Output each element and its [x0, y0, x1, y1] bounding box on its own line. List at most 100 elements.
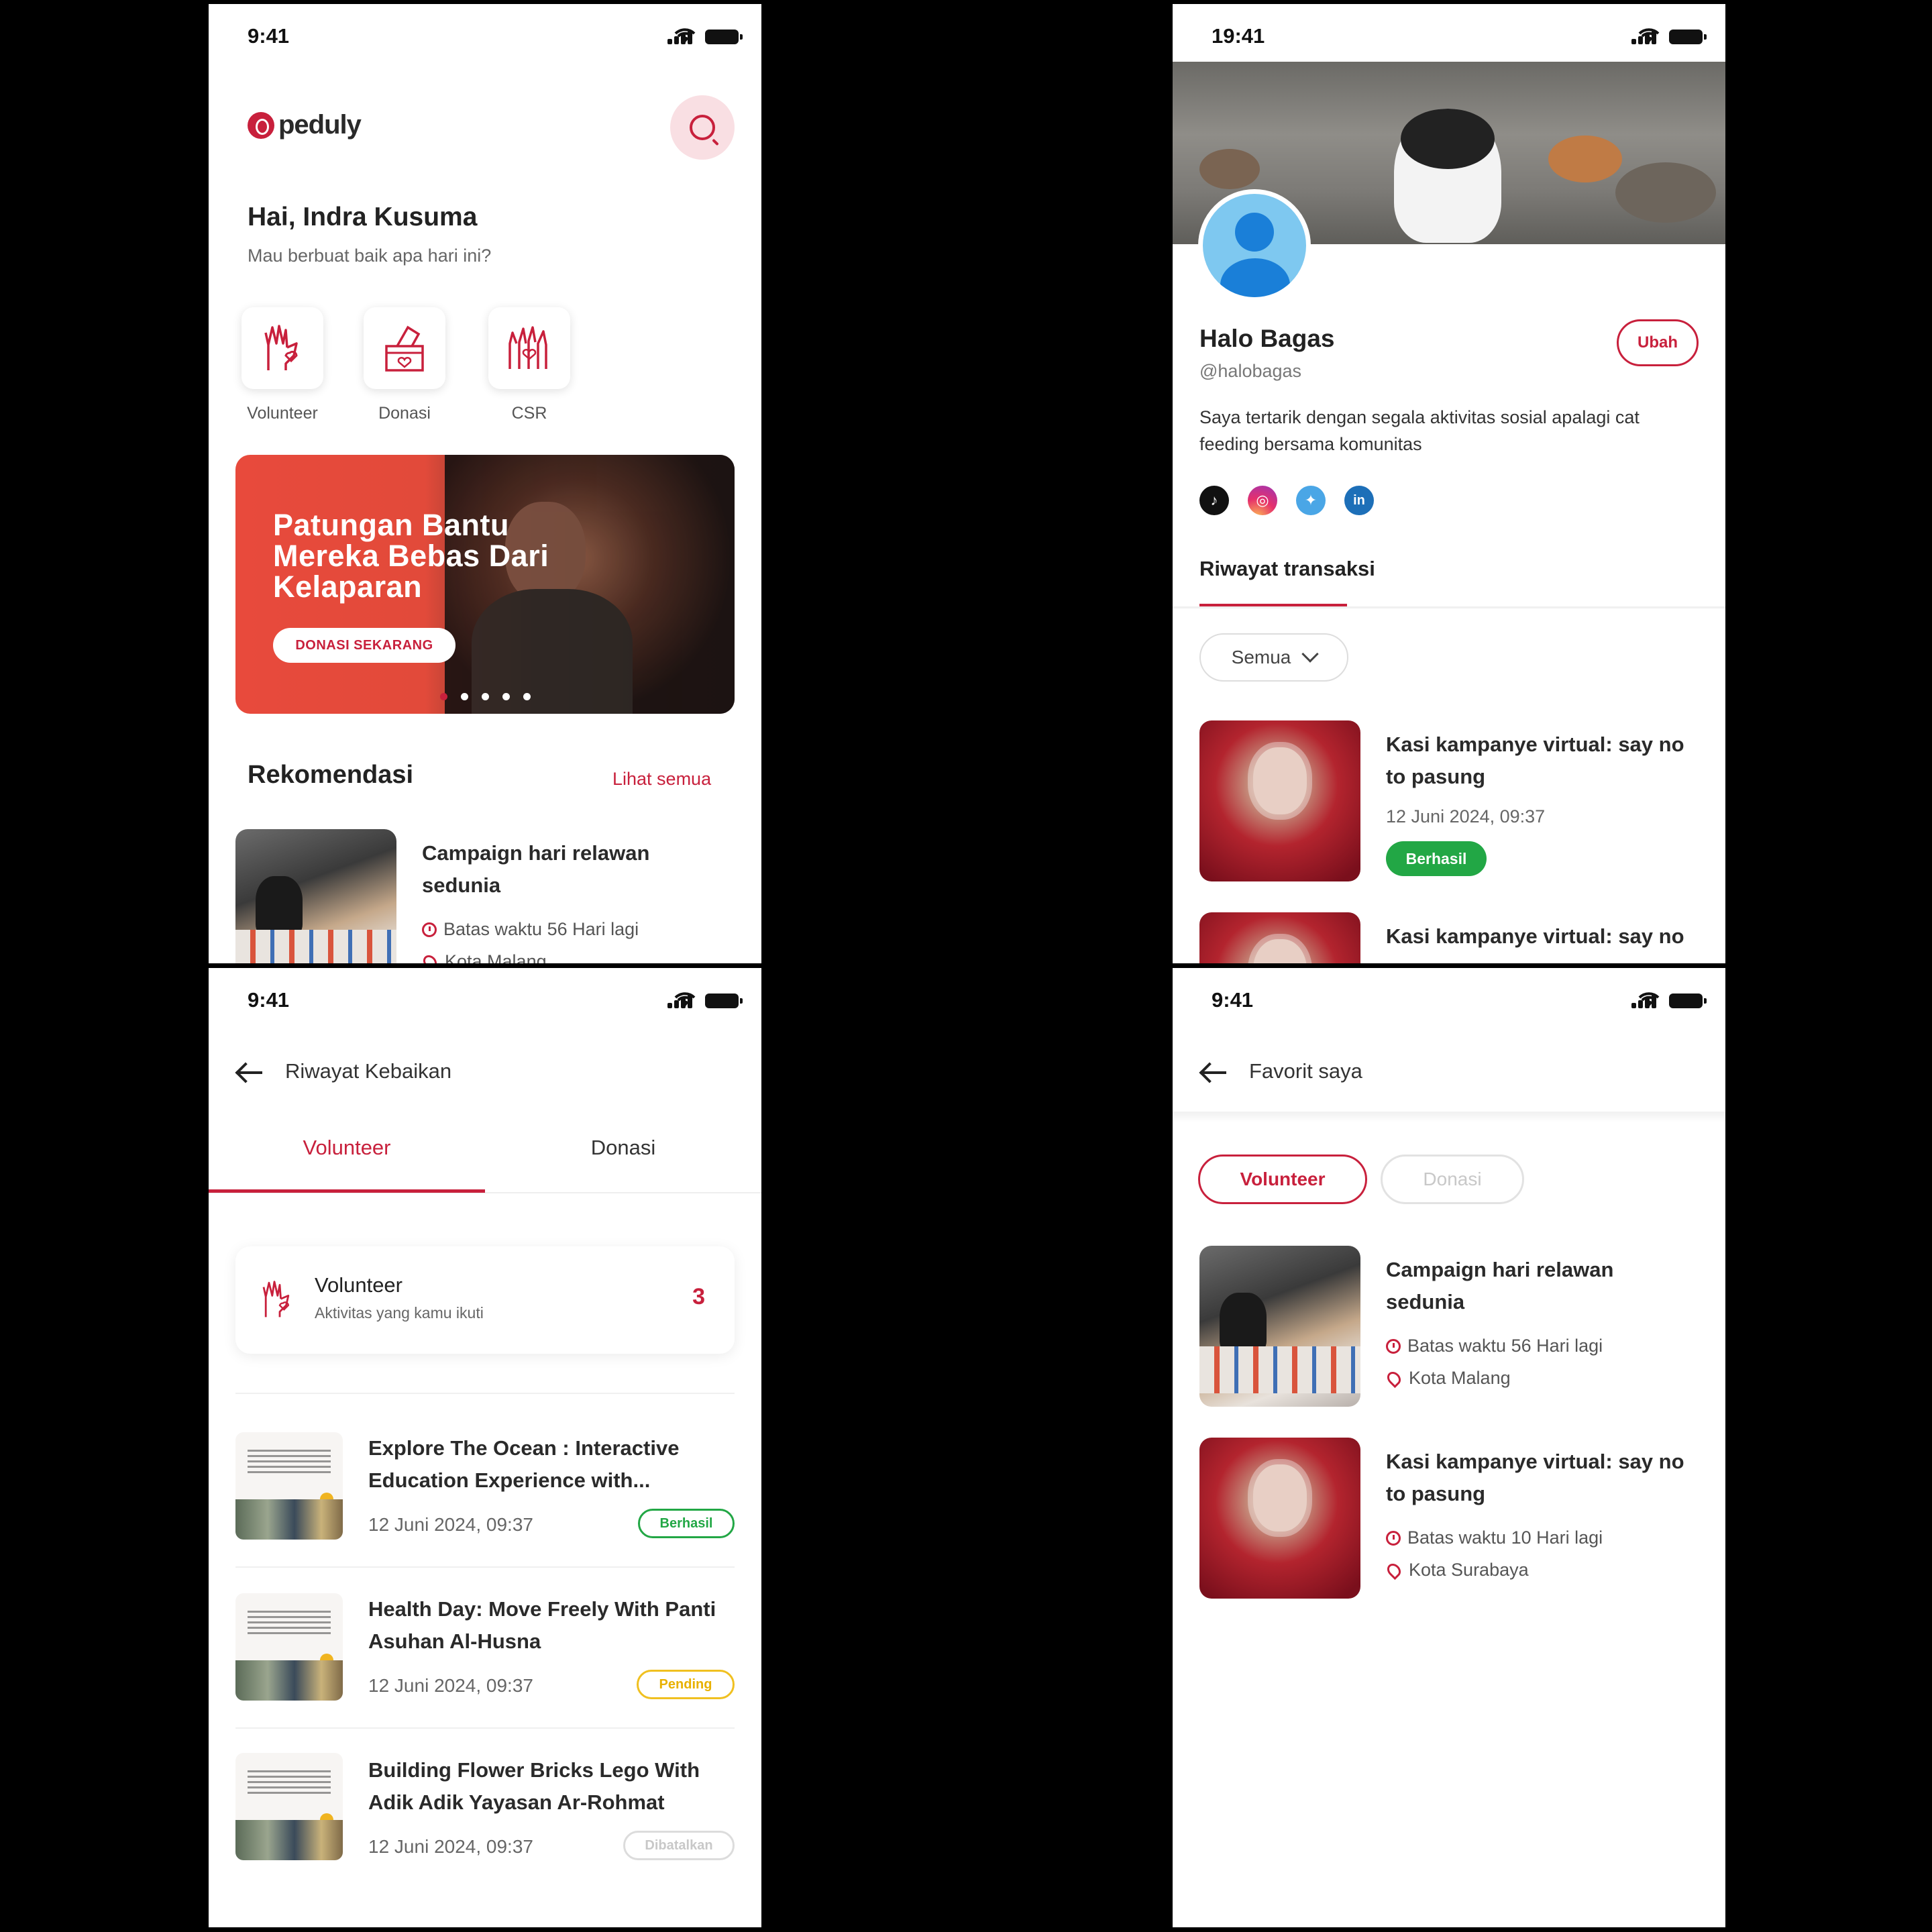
location-text: Kota Surabaya: [1409, 1560, 1529, 1580]
divider: [235, 1566, 735, 1568]
history-title: Health Day: Move Freely With Panti Asuha…: [368, 1597, 716, 1653]
campaign-thumbnail: [1199, 1438, 1360, 1599]
peduly-logo[interactable]: peduly: [248, 110, 362, 140]
battery-icon: [1669, 994, 1707, 1008]
category-volunteer[interactable]: Volunteer: [235, 307, 329, 423]
linkedin-icon[interactable]: in: [1344, 486, 1374, 515]
twitter-icon[interactable]: ✦: [1296, 486, 1326, 515]
summary-title: Volunteer: [315, 1273, 402, 1297]
header-bar: Riwayat Kebaikan: [209, 1049, 761, 1116]
tab-transaction-history[interactable]: Riwayat transaksi: [1199, 557, 1375, 581]
avatar[interactable]: [1198, 189, 1311, 302]
deadline-text: Batas waktu 56 Hari lagi: [443, 919, 639, 939]
status-bar: 9:41: [209, 968, 761, 1028]
filter-value: Semua: [1231, 647, 1291, 667]
favorite-title: Campaign hari relawan sedunia: [1386, 1258, 1614, 1313]
favorites-screen: 9:41 Favorit saya Volunteer Donasi Campa…: [1173, 968, 1725, 1927]
page-title: Riwayat Kebaikan: [285, 1059, 452, 1083]
profile-screen: 19:41 Halo Bagas @halobagas Ubah Saya te…: [1173, 4, 1725, 963]
category-label: CSR: [511, 404, 547, 423]
status-bar: 19:41: [1173, 4, 1725, 64]
profile-handle: @halobagas: [1199, 361, 1302, 381]
summary-subtitle: Aktivitas yang kamu ikuti: [315, 1304, 484, 1322]
carousel-dot[interactable]: [502, 693, 510, 700]
history-date: 12 Juni 2024, 09:37: [368, 1675, 533, 1696]
logo-mark-icon: [248, 111, 274, 139]
logo-text: peduly: [278, 110, 362, 140]
deadline-text: Batas waktu 56 Hari lagi: [1407, 1336, 1603, 1356]
back-arrow-icon[interactable]: [1201, 1071, 1226, 1074]
favorite-deadline: Batas waktu 56 Hari lagi: [1386, 1336, 1603, 1356]
status-time: 19:41: [1212, 24, 1265, 48]
donation-box-icon: [364, 307, 445, 389]
category-label: Volunteer: [247, 404, 318, 423]
filter-volunteer[interactable]: Volunteer: [1198, 1155, 1367, 1204]
csr-hands-icon: [488, 307, 570, 389]
volunteer-summary-card[interactable]: Volunteer Aktivitas yang kamu ikuti 3: [235, 1246, 735, 1354]
status-bar: 9:41: [209, 4, 761, 64]
volunteer-hand-icon: [258, 1277, 296, 1325]
carousel-dot[interactable]: [482, 693, 489, 700]
status-time: 9:41: [248, 988, 290, 1012]
campaign-thumbnail: [235, 829, 396, 963]
wifi-icon: [1638, 28, 1660, 43]
instagram-icon[interactable]: ◎: [1248, 486, 1277, 515]
wifi-icon: [674, 992, 696, 1007]
event-poster: [235, 1753, 343, 1860]
category-donasi[interactable]: Donasi: [358, 307, 451, 423]
search-button[interactable]: [670, 95, 735, 160]
card-deadline: Batas waktu 56 Hari lagi: [422, 919, 639, 940]
transaction-date: 12 Juni 2024, 09:37: [1386, 806, 1546, 826]
transaction-title: Kasi kampanye virtual: say no to pasung: [1386, 733, 1684, 788]
history-title: Explore The Ocean : Interactive Educatio…: [368, 1436, 680, 1492]
social-links: ♪ ◎ ✦ in: [1199, 486, 1374, 515]
greeting-subtitle: Mau berbuat baik apa hari ini?: [248, 246, 492, 266]
tab-divider: [1173, 606, 1725, 608]
history-date: 12 Juni 2024, 09:37: [368, 1514, 533, 1535]
status-bar: 9:41: [1173, 968, 1725, 1028]
tab-volunteer[interactable]: Volunteer: [209, 1136, 485, 1160]
tiktok-icon[interactable]: ♪: [1199, 486, 1229, 515]
event-poster: [235, 1432, 343, 1540]
location-text: Kota Malang: [445, 951, 547, 963]
see-all-link[interactable]: Lihat semua: [612, 769, 711, 790]
campaign-thumbnail: [1199, 1246, 1360, 1407]
summary-count: 3: [692, 1284, 705, 1309]
wifi-icon: [674, 28, 696, 43]
carousel-dot[interactable]: [523, 693, 531, 700]
home-screen: 9:41 peduly Hai, Indra Kusuma Mau berbua…: [209, 4, 761, 963]
campaign-thumbnail: [1199, 912, 1360, 963]
back-arrow-icon[interactable]: [237, 1071, 262, 1074]
promo-banner[interactable]: Patungan Bantu Mereka Bebas Dari Kelapar…: [235, 455, 735, 714]
timer-icon: [1386, 1530, 1401, 1546]
search-icon: [690, 115, 715, 140]
divider: [235, 1727, 735, 1729]
battery-icon: [1669, 30, 1707, 44]
greeting-title: Hai, Indra Kusuma: [248, 203, 478, 231]
divider: [235, 1393, 735, 1394]
carousel-dot[interactable]: [461, 693, 468, 700]
banner-title: Patungan Bantu Mereka Bebas Dari Kelapar…: [273, 508, 549, 604]
tab-donasi[interactable]: Donasi: [485, 1136, 761, 1160]
header-bar: Favorit saya: [1173, 1049, 1725, 1116]
carousel-indicator[interactable]: [440, 693, 531, 700]
status-time: 9:41: [248, 24, 290, 48]
transaction-title: Kasi kampanye virtual: say no: [1386, 924, 1684, 948]
carousel-dot[interactable]: [440, 693, 447, 700]
deadline-text: Batas waktu 10 Hari lagi: [1407, 1527, 1603, 1548]
history-title: Building Flower Bricks Lego With Adik Ad…: [368, 1758, 700, 1814]
filter-donasi[interactable]: Donasi: [1381, 1155, 1524, 1204]
status-badge: Pending: [637, 1670, 735, 1699]
chevron-down-icon: [1301, 645, 1320, 663]
donate-now-button[interactable]: DONASI SEKARANG: [273, 628, 455, 663]
filter-dropdown[interactable]: Semua: [1199, 633, 1348, 682]
location-pin-icon: [1384, 1368, 1404, 1388]
favorite-deadline: Batas waktu 10 Hari lagi: [1386, 1527, 1603, 1548]
category-csr[interactable]: CSR: [482, 307, 576, 423]
battery-icon: [705, 994, 743, 1008]
header-shadow: [1173, 1112, 1725, 1122]
edit-profile-button[interactable]: Ubah: [1617, 319, 1699, 366]
history-screen: 9:41 Riwayat Kebaikan Volunteer Donasi V…: [209, 968, 761, 1927]
favorite-location: Kota Malang: [1384, 1368, 1511, 1389]
battery-icon: [705, 30, 743, 44]
